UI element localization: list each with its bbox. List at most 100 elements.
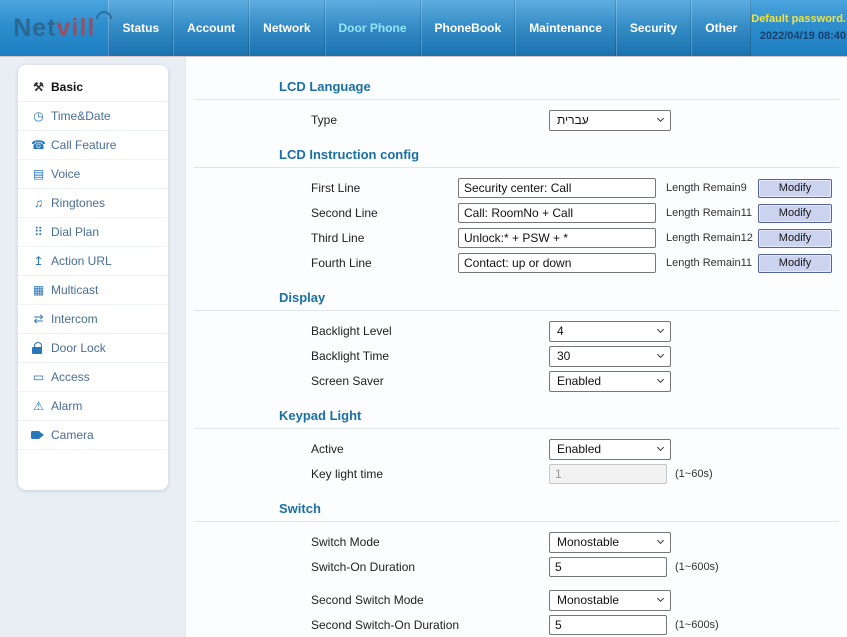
chevron-down-icon — [657, 376, 664, 383]
sidebar-item-label: Access — [51, 370, 90, 384]
nav-tab-door-phone[interactable]: Door Phone — [325, 0, 421, 56]
sidebar-item-multicast[interactable]: ▦ Multicast — [18, 276, 168, 305]
third-line-input[interactable] — [458, 228, 656, 248]
sidebar-item-label: Ringtones — [51, 196, 105, 210]
sidebar-item-label: Multicast — [51, 283, 98, 297]
section-title-lcd-instruction: LCD Instruction config — [279, 147, 847, 162]
second-switch-on-duration-hint: (1~600s) — [675, 619, 719, 631]
fourth-line-input[interactable] — [458, 253, 656, 273]
backlight-time-select[interactable]: 30 — [549, 346, 671, 367]
sidebar-item-access[interactable]: ▭Access — [18, 363, 168, 392]
sidebar-item-call-feature[interactable]: ☎Call Feature — [18, 131, 168, 160]
nav-tab-status[interactable]: Status — [108, 0, 173, 56]
switch-mode-value: Monostable — [557, 535, 619, 549]
keypad-active-row: Active Enabled — [311, 438, 847, 460]
sidebar-item-time-date[interactable]: ◷Time&Date — [18, 102, 168, 131]
nav-tab-maintenance[interactable]: Maintenance — [515, 0, 616, 56]
switch-mode-label: Switch Mode — [311, 535, 549, 549]
section-title-lcd-language: LCD Language — [279, 79, 847, 94]
settings-panel: LCD Language Type עברית LCD Instruction … — [185, 57, 847, 637]
third-line-label: Third Line — [311, 231, 458, 245]
keypad-icon: ⠿ — [31, 226, 46, 238]
fourth-line-modify-button[interactable]: Modify — [758, 254, 832, 273]
backlight-level-label: Backlight Level — [311, 324, 549, 338]
second-switch-on-duration-row: Second Switch-On Duration (1~600s) — [311, 614, 847, 636]
section-divider — [194, 310, 839, 311]
second-switch-mode-select[interactable]: Monostable — [549, 590, 671, 611]
brand-logo: Netvill — [0, 0, 108, 56]
sidebar-item-label: Call Feature — [51, 138, 116, 152]
keypad-active-select[interactable]: Enabled — [549, 439, 671, 460]
third-line-modify-button[interactable]: Modify — [758, 229, 832, 248]
sidebar-item-label: Action URL — [51, 254, 112, 268]
sidebar-item-dial-plan[interactable]: ⠿ Dial Plan — [18, 218, 168, 247]
sidebar-item-label: Basic — [51, 80, 83, 94]
camera-icon — [31, 429, 46, 441]
sidebar-item-intercom[interactable]: ⇄ Intercom — [18, 305, 168, 334]
section-title-switch: Switch — [279, 501, 847, 516]
logo-text-primary: Net — [13, 14, 56, 43]
wrench-icon: ⚒ — [31, 81, 46, 93]
nav-tab-phonebook[interactable]: PhoneBook — [421, 0, 516, 56]
first-line-modify-button[interactable]: Modify — [758, 179, 832, 198]
sidebar-item-alarm[interactable]: ⚠Alarm — [18, 392, 168, 421]
first-line-input[interactable] — [458, 178, 656, 198]
lcd-language-type-value: עברית — [557, 113, 589, 127]
top-header: Netvill StatusAccountNetworkDoor PhonePh… — [0, 0, 847, 57]
section-title-keypad-light: Keypad Light — [279, 408, 847, 423]
first-line-length-remain: Length Remain9 — [666, 182, 758, 194]
switch-on-duration-input[interactable] — [549, 557, 667, 577]
sidebar-item-label: Intercom — [51, 312, 98, 326]
backlight-level-select[interactable]: 4 — [549, 321, 671, 342]
sidebar-item-door-lock[interactable]: Door Lock — [18, 334, 168, 363]
sidebar-item-label: Dial Plan — [51, 225, 99, 239]
logo-text-secondary: vill — [57, 14, 96, 43]
type-label: Type — [311, 113, 549, 127]
first-line-label: First Line — [311, 181, 458, 195]
switch-on-duration-row: Switch-On Duration (1~600s) — [311, 556, 847, 578]
chevron-down-icon — [657, 444, 664, 451]
second-line-input[interactable] — [458, 203, 656, 223]
backlight-level-value: 4 — [557, 324, 564, 338]
switch-on-duration-hint: (1~600s) — [675, 561, 719, 573]
sidebar-item-voice[interactable]: ▤Voice — [18, 160, 168, 189]
section-divider — [194, 521, 839, 522]
arrows-icon: ⇄ — [31, 313, 46, 325]
backlight-time-label: Backlight Time — [311, 349, 549, 363]
nav-tab-account[interactable]: Account — [173, 0, 249, 56]
chevron-down-icon — [657, 595, 664, 602]
backlight-time-value: 30 — [557, 349, 570, 363]
key-light-time-row: Key light time (1~60s) — [311, 463, 847, 485]
nav-tab-network[interactable]: Network — [249, 0, 324, 56]
second-line-label: Second Line — [311, 206, 458, 220]
sidebar-list: ⚒ Basic ◷Time&Date☎Call Feature▤Voice ♫ Ring… — [18, 73, 168, 450]
sidebar-item-ringtones[interactable]: ♫ Ringtones — [18, 189, 168, 218]
first-line-row: First Line Length Remain9 Modify — [311, 177, 847, 199]
default-password-warning: Default password. — [751, 11, 846, 28]
screen-saver-value: Enabled — [557, 374, 601, 388]
switch-mode-select[interactable]: Monostable — [549, 532, 671, 553]
second-line-modify-button[interactable]: Modify — [758, 204, 832, 223]
lcd-language-type-select[interactable]: עברית — [549, 110, 671, 131]
sidebar-item-action-url[interactable]: ↥ Action URL — [18, 247, 168, 276]
top-nav: StatusAccountNetworkDoor PhonePhoneBookM… — [108, 0, 751, 56]
second-line-row: Second Line Length Remain11 Modify — [311, 202, 847, 224]
chevron-down-icon — [657, 351, 664, 358]
sidebar-item-camera[interactable]: Camera — [18, 421, 168, 450]
header-timestamp: 2022/04/19 08:40 — [751, 28, 846, 45]
screen-saver-select[interactable]: Enabled — [549, 371, 671, 392]
action-icon: ↥ — [31, 255, 46, 267]
sidebar-menu: ⚒ Basic ◷Time&Date☎Call Feature▤Voice ♫ Ring… — [18, 65, 168, 490]
keypad-active-label: Active — [311, 442, 549, 456]
section-title-display: Display — [279, 290, 847, 305]
nav-tab-other[interactable]: Other — [691, 0, 751, 56]
nav-tab-security[interactable]: Security — [616, 0, 691, 56]
screen-saver-label: Screen Saver — [311, 374, 549, 388]
second-switch-mode-row: Second Switch Mode Monostable — [311, 589, 847, 611]
fourth-line-label: Fourth Line — [311, 256, 458, 270]
second-switch-on-duration-input[interactable] — [549, 615, 667, 635]
grid-icon: ▦ — [31, 284, 46, 296]
bell-icon: ♫ — [31, 197, 46, 209]
sidebar-item-basic[interactable]: ⚒ Basic — [18, 73, 168, 102]
third-line-length-remain: Length Remain12 — [666, 232, 758, 244]
